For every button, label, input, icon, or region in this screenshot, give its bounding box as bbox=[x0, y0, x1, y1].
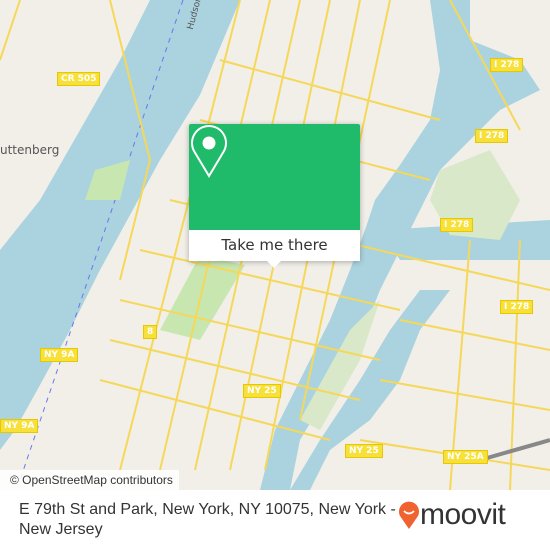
route-shield: NY 25 bbox=[243, 384, 281, 398]
popup: Take me there bbox=[189, 124, 360, 268]
moovit-pin-icon bbox=[399, 501, 419, 529]
route-shield: I 278 bbox=[440, 218, 474, 232]
moovit-logo: moovit bbox=[398, 498, 506, 532]
popup-header bbox=[189, 124, 360, 230]
route-shield: I 278 bbox=[475, 129, 509, 143]
attribution[interactable]: © OpenStreetMap contributors bbox=[0, 470, 179, 490]
route-shield: NY 25 bbox=[345, 444, 383, 458]
route-shield: 8 bbox=[143, 325, 158, 339]
route-shield: NY 25A bbox=[443, 450, 488, 464]
map[interactable]: Hudson uttenberg CR 505 I 278 I 278 I 27… bbox=[0, 0, 550, 490]
address-text: E 79th St and Park, New York, NY 10075, … bbox=[19, 501, 396, 538]
footer: E 79th St and Park, New York, NY 10075, … bbox=[0, 490, 550, 550]
place-label: uttenberg bbox=[0, 143, 60, 157]
location-pin-icon bbox=[191, 125, 227, 178]
route-shield: I 278 bbox=[500, 300, 534, 314]
route-shield: I 278 bbox=[490, 58, 524, 72]
popup-pointer bbox=[267, 261, 281, 268]
route-shield: NY 9A bbox=[0, 419, 39, 433]
central-park bbox=[160, 255, 245, 340]
route-shield: CR 505 bbox=[57, 72, 101, 86]
logo-text: moovit bbox=[420, 498, 506, 531]
take-me-there-button[interactable]: Take me there bbox=[189, 230, 360, 261]
route-shield: NY 9A bbox=[40, 348, 79, 362]
